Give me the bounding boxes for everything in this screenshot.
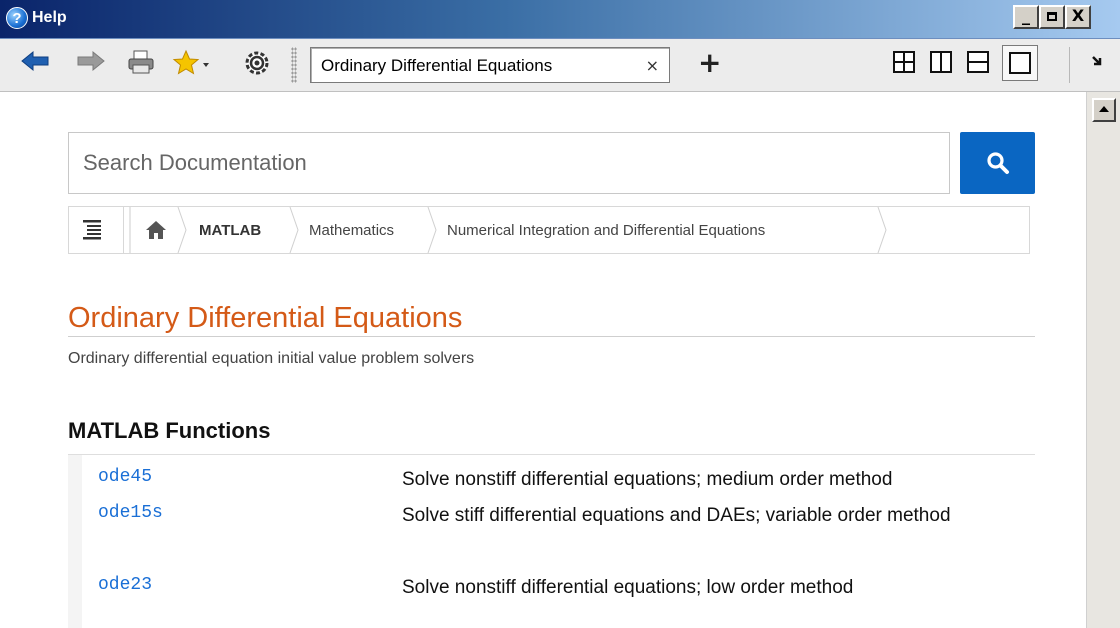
function-link-ode45[interactable]: ode45 (98, 467, 152, 487)
toolbar-overflow-icon[interactable] (1090, 53, 1104, 72)
back-icon[interactable] (18, 49, 52, 79)
home-icon[interactable] (145, 220, 167, 245)
help-icon: ? (6, 7, 28, 29)
tab-close-icon[interactable]: × (646, 56, 659, 75)
vertical-scrollbar[interactable] (1086, 92, 1120, 628)
search-box[interactable] (68, 132, 950, 194)
page-title: Ordinary Differential Equations (68, 302, 463, 334)
vertical-split-icon[interactable] (930, 51, 952, 73)
print-icon[interactable] (124, 49, 158, 79)
search-button[interactable] (960, 132, 1035, 194)
single-layout-button[interactable] (1002, 45, 1038, 81)
toolbar-separator (1069, 47, 1070, 83)
function-link-ode23[interactable]: ode23 (98, 575, 152, 595)
minimize-button[interactable]: _ (1013, 5, 1039, 29)
window-title: Help (32, 9, 67, 26)
search-icon (987, 152, 1009, 174)
breadcrumb-mathematics[interactable]: Mathematics (309, 222, 394, 239)
breadcrumb-numerical-integration[interactable]: Numerical Integration and Differential E… (447, 222, 765, 239)
contents-menu-button[interactable] (69, 207, 124, 253)
documentation-content: MATLAB Mathematics Numerical Integration… (0, 92, 1086, 628)
page-subtitle: Ordinary differential equation initial v… (68, 350, 475, 367)
breadcrumb-separator (289, 207, 299, 253)
search-input[interactable] (69, 133, 949, 193)
tile-layout-icon[interactable] (893, 51, 915, 73)
function-description: Solve nonstiff differential equations; l… (402, 577, 854, 598)
tab-label: Ordinary Differential Equations (321, 56, 553, 75)
section-heading: MATLAB Functions (68, 418, 271, 443)
scroll-up-button[interactable] (1092, 98, 1116, 122)
function-description: Solve nonstiff differential equations; m… (402, 469, 893, 490)
tab-ordinary-differential-equations[interactable]: Ordinary Differential Equations × (310, 47, 670, 83)
forward-icon[interactable] (74, 49, 108, 79)
function-description: Solve stiff differential equations and D… (402, 505, 951, 526)
maximize-button[interactable] (1039, 5, 1065, 29)
functions-list: ode45 Solve nonstiff differential equati… (82, 455, 1035, 628)
toolbar: Ordinary Differential Equations × + (0, 39, 1120, 92)
breadcrumb-separator (177, 207, 187, 253)
functions-table: ode45 Solve nonstiff differential equati… (68, 454, 1035, 628)
toolbar-grip[interactable] (291, 47, 297, 83)
new-tab-button[interactable]: + (698, 47, 721, 79)
close-button[interactable]: X (1065, 5, 1091, 29)
breadcrumb: MATLAB Mathematics Numerical Integration… (68, 206, 1030, 254)
horizontal-split-icon[interactable] (967, 51, 989, 73)
settings-icon[interactable] (240, 49, 274, 79)
breadcrumb-separator (877, 207, 887, 253)
breadcrumb-matlab[interactable]: MATLAB (199, 222, 261, 239)
favorites-icon[interactable] (172, 49, 212, 79)
title-divider (68, 336, 1035, 337)
single-layout-icon (1009, 52, 1031, 74)
contents-menu-icon (83, 220, 101, 240)
function-link-ode15s[interactable]: ode15s (98, 503, 163, 523)
window-titlebar[interactable]: ? Help _ X (0, 0, 1120, 39)
breadcrumb-separator (427, 207, 437, 253)
